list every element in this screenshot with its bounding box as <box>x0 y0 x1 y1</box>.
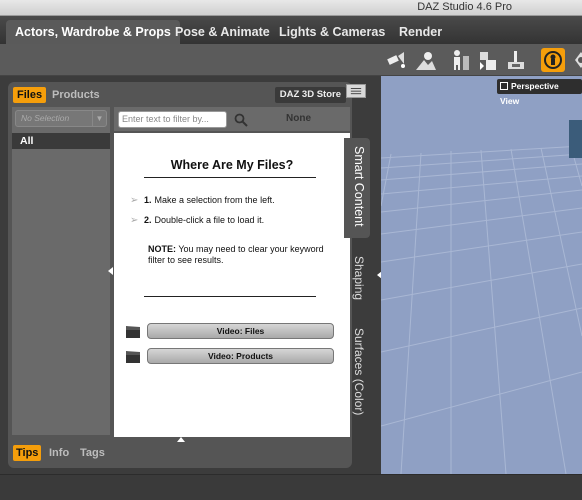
tab-pose-animate[interactable]: Pose & Animate <box>166 20 279 44</box>
viewport-grid-icon <box>500 82 508 90</box>
camera-selector[interactable]: Perspective View <box>497 79 582 106</box>
tab-files[interactable]: Files <box>13 87 47 103</box>
splitter-handle[interactable] <box>108 267 113 275</box>
window-title: DAZ Studio 4.6 Pro <box>417 1 512 13</box>
content-type-selector[interactable]: No Selection ▼ <box>15 110 107 127</box>
toolbar <box>0 44 582 76</box>
library-tab-bar: Files Products DAZ 3D Store <box>8 82 352 106</box>
pointer-icon: ➢ <box>130 195 139 206</box>
viewport-grid <box>381 120 582 474</box>
tab-surfaces-color[interactable]: Surfaces (Color) <box>344 324 370 424</box>
spotlight-icon[interactable] <box>384 48 408 72</box>
tab-tips[interactable]: Tips <box>13 445 42 461</box>
filter-bar: Enter text to filter by... None <box>114 107 350 131</box>
clapperboard-icon <box>126 350 140 363</box>
tab-actors-wardrobe-props[interactable]: Actors, Wardrobe & Props <box>6 20 180 44</box>
pointer-icon: ➢ <box>130 215 139 226</box>
node-icon[interactable] <box>504 48 528 72</box>
video-files-button[interactable]: Video: Files <box>147 323 334 339</box>
distant-light-icon[interactable] <box>414 48 438 72</box>
help-note: NOTE: You may need to clear your keyword… <box>148 244 324 265</box>
help-content: Where Are My Files? ➢ 1. Make a selection … <box>114 133 350 437</box>
divider <box>144 177 316 178</box>
tab-tags[interactable]: Tags <box>77 445 108 461</box>
figure-icon[interactable] <box>448 48 472 72</box>
bottom-tab-bar: Tips Info Tags <box>8 442 352 464</box>
scene-object[interactable] <box>569 120 582 158</box>
video-products-row: Video: Products <box>126 348 336 364</box>
content-library-panel: Files Products DAZ 3D Store No Selection… <box>8 82 352 468</box>
help-title: Where Are My Files? <box>170 158 294 172</box>
3d-viewport[interactable] <box>381 76 582 474</box>
splitter-handle[interactable] <box>177 437 185 442</box>
step-2: ➢ 2. Double-click a file to load it. <box>130 215 265 226</box>
universal-tool-icon[interactable] <box>569 48 582 72</box>
tab-smart-content[interactable]: Smart Content <box>344 138 370 238</box>
video-products-button[interactable]: Video: Products <box>147 348 334 364</box>
video-files-row: Video: Files <box>126 323 336 339</box>
figure-swap-icon[interactable] <box>476 48 500 72</box>
tab-info[interactable]: Info <box>46 445 72 461</box>
search-icon[interactable] <box>233 112 249 128</box>
daz-store-button[interactable]: DAZ 3D Store <box>274 87 346 103</box>
status-bar <box>0 474 582 500</box>
main-tab-bar: Actors, Wardrobe & Props Pose & Animate … <box>0 16 582 44</box>
chevron-down-icon: ▼ <box>92 111 106 126</box>
category-column: No Selection ▼ All <box>12 107 110 435</box>
panel-menu-icon[interactable] <box>346 84 366 98</box>
tab-shaping[interactable]: Shaping <box>344 250 370 312</box>
clapperboard-icon <box>126 325 140 338</box>
tab-render[interactable]: Render <box>390 20 451 44</box>
tab-lights-cameras[interactable]: Lights & Cameras <box>270 20 394 44</box>
tab-products[interactable]: Products <box>48 87 104 103</box>
selector-value: No Selection <box>21 113 70 123</box>
category-all[interactable]: All <box>12 133 110 149</box>
filter-input[interactable]: Enter text to filter by... <box>118 111 227 128</box>
side-tab-bar: Smart Content Shaping Surfaces (Color) <box>344 138 370 438</box>
filter-status: None <box>286 113 311 124</box>
active-pose-tool-icon[interactable] <box>541 48 565 72</box>
divider <box>144 296 316 297</box>
title-bar: DAZ Studio 4.6 Pro <box>0 0 582 16</box>
step-1: ➢ 1. Make a selection from the left. <box>130 195 275 206</box>
